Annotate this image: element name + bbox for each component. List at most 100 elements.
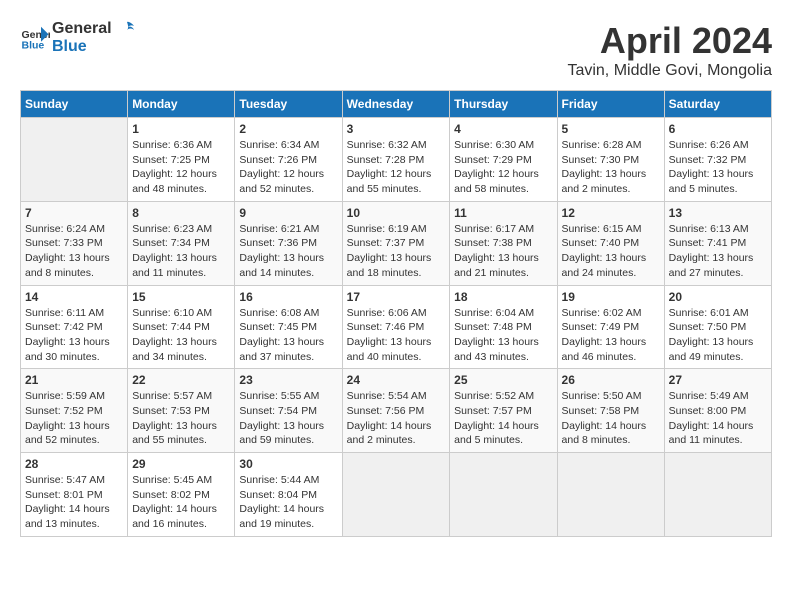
weekday-header-row: SundayMondayTuesdayWednesdayThursdayFrid… — [21, 91, 772, 118]
day-number: 9 — [239, 206, 337, 220]
location-title: Tavin, Middle Govi, Mongolia — [567, 62, 772, 80]
day-number: 27 — [669, 373, 767, 387]
day-info: Sunrise: 6:17 AMSunset: 7:38 PMDaylight:… — [454, 222, 552, 281]
day-number: 21 — [25, 373, 123, 387]
day-cell: 11Sunrise: 6:17 AMSunset: 7:38 PMDayligh… — [450, 201, 557, 285]
day-info: Sunrise: 5:44 AMSunset: 8:04 PMDaylight:… — [239, 473, 337, 532]
day-cell: 28 Sunrise: 5:47 AMSunset: 8:01 PMDayligh… — [21, 453, 128, 537]
day-number: 15 — [132, 290, 230, 304]
day-cell: 29Sunrise: 5:45 AMSunset: 8:02 PMDayligh… — [128, 453, 235, 537]
day-number: 29 — [132, 457, 230, 471]
day-number: 2 — [239, 122, 337, 136]
day-cell: 13 Sunrise: 6:13 AMSunset: 7:41 PMDayligh… — [664, 201, 771, 285]
day-number: 30 — [239, 457, 337, 471]
calendar-table: SundayMondayTuesdayWednesdayThursdayFrid… — [20, 90, 772, 537]
week-row-5: 28 Sunrise: 5:47 AMSunset: 8:01 PMDayligh… — [21, 453, 772, 537]
day-cell: 9 Sunrise: 6:21 AMSunset: 7:36 PMDaylight… — [235, 201, 342, 285]
weekday-header-sunday: Sunday — [21, 91, 128, 118]
day-cell — [450, 453, 557, 537]
day-cell: 26 Sunrise: 5:50 AMSunset: 7:58 PMDayligh… — [557, 369, 664, 453]
day-number: 1 — [132, 122, 230, 136]
week-row-1: 1 Sunrise: 6:36 AMSunset: 7:25 PMDaylight… — [21, 118, 772, 202]
day-number: 12 — [562, 206, 660, 220]
day-cell: 15 Sunrise: 6:10 AMSunset: 7:44 PMDayligh… — [128, 285, 235, 369]
day-number: 26 — [562, 373, 660, 387]
day-info: Sunrise: 6:13 AMSunset: 7:41 PMDaylight:… — [669, 222, 767, 281]
day-cell — [342, 453, 450, 537]
weekday-header-thursday: Thursday — [450, 91, 557, 118]
day-info: Sunrise: 6:23 AMSunset: 7:34 PMDaylight:… — [132, 222, 230, 281]
day-info: Sunrise: 6:04 AMSunset: 7:48 PMDaylight:… — [454, 306, 552, 365]
logo-icon: General Blue — [20, 23, 50, 53]
day-cell: 5 Sunrise: 6:28 AMSunset: 7:30 PMDaylight… — [557, 118, 664, 202]
weekday-header-monday: Monday — [128, 91, 235, 118]
logo-bird-icon — [118, 20, 136, 38]
day-number: 16 — [239, 290, 337, 304]
day-info: Sunrise: 6:32 AMSunset: 7:28 PMDaylight:… — [347, 138, 446, 197]
day-info: Sunrise: 6:08 AMSunset: 7:45 PMDaylight:… — [239, 306, 337, 365]
day-cell: 21 Sunrise: 5:59 AMSunset: 7:52 PMDayligh… — [21, 369, 128, 453]
day-cell: 4 Sunrise: 6:30 AMSunset: 7:29 PMDaylight… — [450, 118, 557, 202]
day-info: Sunrise: 5:47 AMSunset: 8:01 PMDaylight:… — [25, 473, 123, 532]
day-number: 8 — [132, 206, 230, 220]
day-number: 14 — [25, 290, 123, 304]
day-info: Sunrise: 5:55 AMSunset: 7:54 PMDaylight:… — [239, 389, 337, 448]
day-cell: 30 Sunrise: 5:44 AMSunset: 8:04 PMDayligh… — [235, 453, 342, 537]
day-cell: 2 Sunrise: 6:34 AMSunset: 7:26 PMDaylight… — [235, 118, 342, 202]
day-number: 17 — [347, 290, 446, 304]
day-number: 4 — [454, 122, 552, 136]
day-cell: 10Sunrise: 6:19 AMSunset: 7:37 PMDayligh… — [342, 201, 450, 285]
day-info: Sunrise: 5:52 AMSunset: 7:57 PMDaylight:… — [454, 389, 552, 448]
day-info: Sunrise: 6:10 AMSunset: 7:44 PMDaylight:… — [132, 306, 230, 365]
day-cell: 19 Sunrise: 6:02 AMSunset: 7:49 PMDayligh… — [557, 285, 664, 369]
logo: General Blue General Blue — [20, 20, 138, 56]
day-info: Sunrise: 5:59 AMSunset: 7:52 PMDaylight:… — [25, 389, 123, 448]
title-area: April 2024 Tavin, Middle Govi, Mongolia — [567, 20, 772, 80]
day-number: 5 — [562, 122, 660, 136]
day-info: Sunrise: 6:34 AMSunset: 7:26 PMDaylight:… — [239, 138, 337, 197]
day-info: Sunrise: 6:15 AMSunset: 7:40 PMDaylight:… — [562, 222, 660, 281]
day-cell: 22 Sunrise: 5:57 AMSunset: 7:53 PMDayligh… — [128, 369, 235, 453]
day-number: 20 — [669, 290, 767, 304]
day-number: 6 — [669, 122, 767, 136]
day-info: Sunrise: 6:30 AMSunset: 7:29 PMDaylight:… — [454, 138, 552, 197]
day-cell: 8 Sunrise: 6:23 AMSunset: 7:34 PMDaylight… — [128, 201, 235, 285]
day-cell — [21, 118, 128, 202]
day-cell: 12 Sunrise: 6:15 AMSunset: 7:40 PMDayligh… — [557, 201, 664, 285]
day-info: Sunrise: 5:50 AMSunset: 7:58 PMDaylight:… — [562, 389, 660, 448]
day-info: Sunrise: 6:21 AMSunset: 7:36 PMDaylight:… — [239, 222, 337, 281]
day-cell: 14 Sunrise: 6:11 AMSunset: 7:42 PMDayligh… — [21, 285, 128, 369]
day-number: 23 — [239, 373, 337, 387]
day-cell: 20Sunrise: 6:01 AMSunset: 7:50 PMDayligh… — [664, 285, 771, 369]
day-cell: 18Sunrise: 6:04 AMSunset: 7:48 PMDayligh… — [450, 285, 557, 369]
day-number: 24 — [347, 373, 446, 387]
day-info: Sunrise: 6:36 AMSunset: 7:25 PMDaylight:… — [132, 138, 230, 197]
week-row-3: 14 Sunrise: 6:11 AMSunset: 7:42 PMDayligh… — [21, 285, 772, 369]
day-number: 7 — [25, 206, 123, 220]
day-cell: 6 Sunrise: 6:26 AMSunset: 7:32 PMDaylight… — [664, 118, 771, 202]
day-info: Sunrise: 6:02 AMSunset: 7:49 PMDaylight:… — [562, 306, 660, 365]
day-cell: 7Sunrise: 6:24 AMSunset: 7:33 PMDaylight… — [21, 201, 128, 285]
logo-blue-text: Blue — [52, 38, 138, 56]
day-info: Sunrise: 6:28 AMSunset: 7:30 PMDaylight:… — [562, 138, 660, 197]
day-info: Sunrise: 5:57 AMSunset: 7:53 PMDaylight:… — [132, 389, 230, 448]
weekday-header-saturday: Saturday — [664, 91, 771, 118]
day-number: 28 — [25, 457, 123, 471]
day-cell — [664, 453, 771, 537]
day-cell: 23 Sunrise: 5:55 AMSunset: 7:54 PMDayligh… — [235, 369, 342, 453]
day-info: Sunrise: 5:54 AMSunset: 7:56 PMDaylight:… — [347, 389, 446, 448]
day-number: 22 — [132, 373, 230, 387]
day-info: Sunrise: 6:26 AMSunset: 7:32 PMDaylight:… — [669, 138, 767, 197]
day-number: 13 — [669, 206, 767, 220]
day-number: 10 — [347, 206, 446, 220]
weekday-header-wednesday: Wednesday — [342, 91, 450, 118]
svg-text:Blue: Blue — [22, 40, 45, 52]
day-cell: 17Sunrise: 6:06 AMSunset: 7:46 PMDayligh… — [342, 285, 450, 369]
day-cell: 16 Sunrise: 6:08 AMSunset: 7:45 PMDayligh… — [235, 285, 342, 369]
week-row-4: 21 Sunrise: 5:59 AMSunset: 7:52 PMDayligh… — [21, 369, 772, 453]
day-info: Sunrise: 6:11 AMSunset: 7:42 PMDaylight:… — [25, 306, 123, 365]
month-title: April 2024 — [567, 20, 772, 62]
day-number: 3 — [347, 122, 446, 136]
day-number: 19 — [562, 290, 660, 304]
weekday-header-tuesday: Tuesday — [235, 91, 342, 118]
